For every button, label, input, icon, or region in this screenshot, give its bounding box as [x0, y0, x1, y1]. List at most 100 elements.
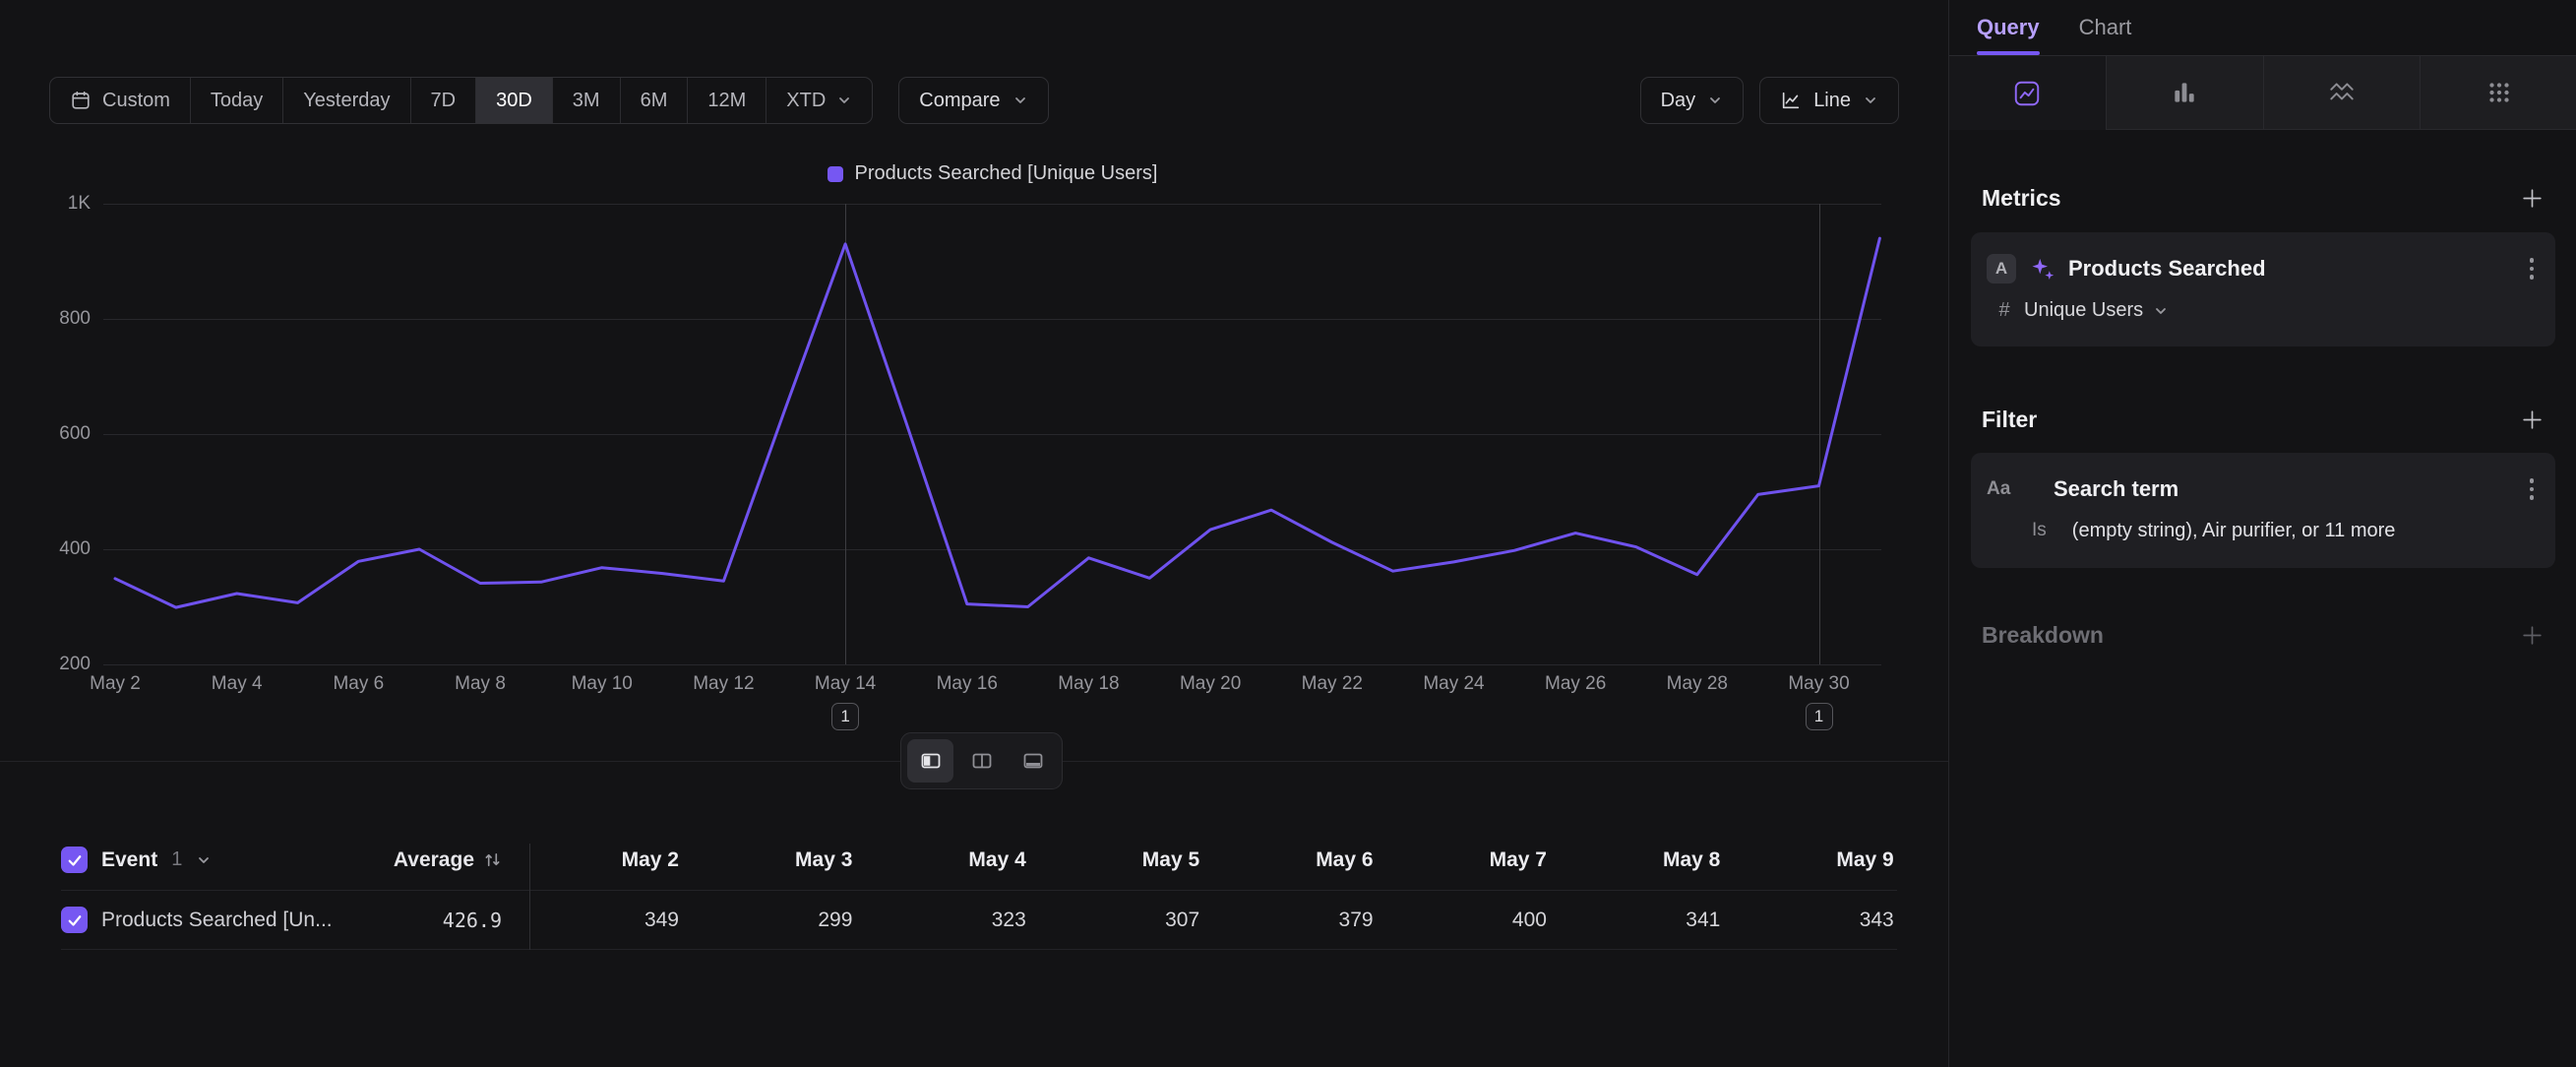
gridline [103, 434, 1881, 435]
count-type-icon: # [1994, 299, 2014, 322]
date-range-7d[interactable]: 7D [410, 78, 476, 123]
x-axis-tick-label: May 2 [56, 673, 174, 695]
y-axis-tick-label: 600 [24, 423, 91, 445]
x-axis-tick-label: May 28 [1638, 673, 1756, 695]
column-header-may-9[interactable]: May 9 [1720, 848, 1893, 872]
y-axis-tick-label: 800 [24, 308, 91, 330]
legend-label: Products Searched [Unique Users] [855, 162, 1158, 185]
tab-more-charts[interactable] [2420, 55, 2576, 130]
layout-toggle-group [900, 732, 1063, 789]
metrics-section-header: Metrics [1982, 181, 2545, 215]
line-chart-icon [1780, 90, 1802, 111]
date-range-30d[interactable]: 30D [475, 78, 552, 123]
event-name-cell: Products Searched [Un... [61, 907, 348, 933]
date-range-yesterday[interactable]: Yesterday [282, 78, 409, 123]
toolbar: CustomToday Yesterday 7D30D 3M 6M 12M XTD Comp… [49, 77, 1899, 124]
text-property-icon: Aa [1987, 478, 2016, 500]
cell-value: 307 [1026, 909, 1199, 932]
line-chart-svg [103, 204, 1881, 664]
date-range-group: CustomToday Yesterday 7D30D 3M 6M 12M XTD [49, 77, 873, 124]
layout-split-left-button[interactable] [907, 739, 953, 783]
chevron-down-icon [1863, 93, 1878, 108]
event-count: 1 [171, 848, 182, 871]
gridline [103, 664, 1881, 665]
metric-options-menu[interactable] [2526, 254, 2539, 283]
annotation-line [845, 204, 846, 664]
add-metric-button[interactable] [2520, 186, 2545, 211]
chart-controls: Day Line [1640, 77, 1899, 124]
layout-bottom-panel-button[interactable] [1010, 739, 1056, 783]
column-header-may-3[interactable]: May 3 [679, 848, 852, 872]
date-range-label: 12M [707, 90, 746, 112]
y-axis-tick-label: 200 [24, 654, 91, 675]
x-axis-tick-label: May 24 [1394, 673, 1512, 695]
column-header-may-6[interactable]: May 6 [1199, 848, 1373, 872]
chart-type-button[interactable]: Line [1759, 77, 1899, 124]
column-header-may-2[interactable]: May 2 [529, 848, 679, 872]
column-header-may-7[interactable]: May 7 [1374, 848, 1547, 872]
calendar-icon [70, 90, 92, 111]
annotation-line [1819, 204, 1820, 664]
more-chart-types-icon [2484, 78, 2514, 107]
tab-query[interactable]: Query [1977, 0, 2040, 55]
column-header-may-4[interactable]: May 4 [852, 848, 1025, 872]
date-range-label: Yesterday [303, 90, 390, 112]
add-filter-button[interactable] [2520, 408, 2545, 432]
compare-button[interactable]: Compare [898, 77, 1048, 124]
row-checkbox[interactable] [61, 907, 88, 933]
gridline [103, 549, 1881, 550]
filter-title: Filter [1982, 407, 2037, 433]
tab-retention[interactable] [2263, 55, 2421, 130]
granularity-button[interactable]: Day [1640, 77, 1745, 124]
x-axis-tick-label: May 18 [1029, 673, 1147, 695]
analytics-app: CustomToday Yesterday 7D30D 3M 6M 12M XTD Comp… [0, 0, 2576, 1067]
metric-aggregation-selector[interactable]: # Unique Users [1987, 299, 2538, 322]
date-range-3m[interactable]: 3M [552, 78, 620, 123]
metric-row: A Products Searched [1987, 254, 2538, 283]
column-header-may-5[interactable]: May 5 [1026, 848, 1199, 872]
column-header-may-8[interactable]: May 8 [1547, 848, 1720, 872]
layout-columns-button[interactable] [958, 739, 1005, 783]
y-axis-tick-label: 400 [24, 538, 91, 560]
filter-value: (empty string), Air purifier, or 11 more [2072, 520, 2396, 542]
cell-value: 349 [529, 909, 679, 932]
date-range-label: 3M [573, 90, 600, 112]
filter-card[interactable]: Aa Search term Is (empty string), Air pu… [1971, 453, 2555, 568]
retention-icon [2327, 78, 2357, 107]
date-range-6m[interactable]: 6M [620, 78, 688, 123]
filter-property-name: Search term [2054, 476, 2178, 502]
date-range-custom[interactable]: Custom [50, 78, 190, 123]
date-range-today[interactable]: Today [190, 78, 282, 123]
filter-section-header: Filter [1982, 403, 2545, 436]
tab-line-chart[interactable] [1949, 55, 2106, 130]
date-range-xtd[interactable]: XTD [766, 78, 872, 123]
x-axis-tick-label: May 26 [1516, 673, 1634, 695]
chevron-down-icon [2153, 303, 2169, 319]
filter-options-menu[interactable] [2526, 474, 2539, 504]
filter-condition[interactable]: Is (empty string), Air purifier, or 11 m… [1987, 520, 2538, 542]
x-axis-tick-label: May 20 [1151, 673, 1269, 695]
x-axis-tick-label: May 10 [543, 673, 661, 695]
chevron-down-icon [196, 852, 212, 868]
breakdown-title: Breakdown [1982, 622, 2104, 649]
chevron-down-icon [1012, 93, 1028, 108]
table-header-row: Event 1 Average May 2May 3May 4May 5May … [61, 830, 1897, 891]
event-header-cell[interactable]: Event 1 [61, 847, 348, 873]
x-axis-tick-label: May 30 [1760, 673, 1878, 695]
date-range-12m[interactable]: 12M [687, 78, 766, 123]
select-all-checkbox[interactable] [61, 847, 88, 873]
average-header-cell[interactable]: Average [348, 848, 502, 872]
cell-value: 341 [1547, 909, 1720, 932]
tab-query-label: Query [1977, 15, 2040, 40]
add-breakdown-button[interactable] [2520, 623, 2545, 648]
annotation-badge[interactable]: 1 [831, 703, 859, 730]
metric-card[interactable]: A Products Searched # Unique Users [1971, 232, 2555, 346]
insights-line-chart-icon [2012, 79, 2042, 108]
tab-chart[interactable]: Chart [2079, 0, 2132, 55]
compare-label: Compare [919, 90, 1000, 112]
event-header-label: Event [101, 848, 157, 872]
annotation-badge[interactable]: 1 [1806, 703, 1833, 730]
chart-legend: Products Searched [Unique Users] [103, 162, 1881, 185]
table-row: Products Searched [Un...426.934929932330… [61, 891, 1897, 950]
tab-bar-chart[interactable] [2106, 55, 2263, 130]
